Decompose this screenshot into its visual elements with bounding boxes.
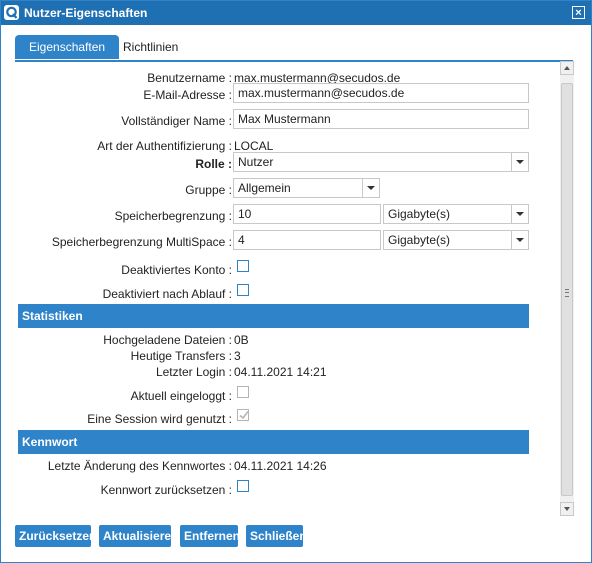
scrollbar-thumb[interactable]	[561, 83, 573, 496]
password-header: Kennwort	[18, 430, 529, 454]
logged-in-label: Aktuell eingeloggt :	[130, 389, 232, 403]
storage-multispace-label: Speicherbegrenzung MultiSpace :	[51, 235, 232, 249]
close-button[interactable]: Schließen	[246, 525, 307, 547]
storage-label: Speicherbegrenzung :	[114, 209, 232, 223]
storage-input[interactable]: 10	[233, 204, 381, 224]
storage-unit-value: Gigabyte(s)	[388, 207, 451, 221]
reset-button[interactable]: Zurücksetzen	[15, 525, 96, 547]
tab-richtlinien[interactable]: Richtlinien	[109, 35, 192, 59]
storage-multispace-input[interactable]: 4	[233, 230, 381, 250]
role-row: Rolle : Nutzer	[15, 152, 559, 174]
group-row: Gruppe : Allgemein	[15, 178, 559, 200]
storage-multispace-row: Speicherbegrenzung MultiSpace : 4 Gigaby…	[15, 230, 559, 252]
storage-row: Speicherbegrenzung : 10 Gigabyte(s)	[15, 204, 559, 226]
deactivated-expiry-label: Deaktiviert nach Ablauf :	[102, 287, 232, 301]
deactivated-checkbox[interactable]	[237, 260, 249, 272]
password-change-label: Letzte Änderung des Kennwortes :	[47, 459, 232, 473]
group-label: Gruppe :	[185, 183, 232, 197]
password-reset-row: Kennwort zurücksetzen :	[15, 478, 559, 500]
user-properties-dialog: Nutzer-Eigenschaften × Eigenschaften Ric…	[0, 0, 592, 563]
logged-in-row: Aktuell eingeloggt :	[15, 384, 559, 406]
checkmark-icon	[239, 411, 249, 420]
update-button[interactable]: Aktualisieren	[99, 525, 178, 547]
role-label: Rolle :	[195, 157, 232, 171]
password-reset-label: Kennwort zurücksetzen :	[100, 483, 232, 497]
session-row: Eine Session wird genutzt :	[15, 407, 559, 429]
deactivated-row: Deaktiviertes Konto :	[15, 258, 559, 280]
session-checkbox	[237, 409, 249, 421]
role-select[interactable]: Nutzer	[233, 152, 529, 172]
email-row: E-Mail-Adresse : max.mustermann@secudos.…	[15, 83, 559, 105]
auth-value: LOCAL	[234, 139, 274, 153]
group-select[interactable]: Allgemein	[233, 178, 380, 198]
group-value: Allgemein	[238, 181, 291, 195]
tab-eigenschaften[interactable]: Eigenschaften	[15, 35, 120, 59]
scroll-down-icon[interactable]	[560, 502, 574, 516]
logged-in-checkbox	[237, 386, 249, 398]
storage-multispace-unit-value: Gigabyte(s)	[388, 233, 451, 247]
last-login-label: Letzter Login :	[155, 365, 232, 379]
remove-button[interactable]: Entfernen	[180, 525, 240, 547]
last-login-value: 04.11.2021 14:21	[234, 365, 327, 379]
deactivated-expiry-row: Deaktiviert nach Ablauf :	[15, 282, 559, 304]
last-login-row: Letzter Login : 04.11.2021 14:21	[15, 360, 559, 382]
close-icon[interactable]: ×	[572, 6, 585, 19]
deactivated-label: Deaktiviertes Konto :	[121, 263, 232, 277]
email-field[interactable]: max.mustermann@secudos.de	[233, 83, 529, 103]
grip-icon	[565, 289, 569, 297]
fullname-field[interactable]: Max Mustermann	[233, 109, 529, 129]
deactivated-expiry-checkbox[interactable]	[237, 284, 249, 296]
chevron-down-icon[interactable]	[511, 205, 528, 223]
statistics-header: Statistiken	[18, 304, 529, 328]
session-label: Eine Session wird genutzt :	[87, 412, 232, 426]
storage-unit-select[interactable]: Gigabyte(s)	[383, 204, 529, 224]
auth-label: Art der Authentifizierung :	[97, 139, 232, 153]
properties-panel: Benutzername : max.mustermann@secudos.de…	[15, 61, 559, 518]
fullname-row: Vollständiger Name : Max Mustermann	[15, 109, 559, 131]
tab-strip: Eigenschaften Richtlinien	[15, 34, 573, 62]
password-reset-checkbox[interactable]	[237, 480, 249, 492]
fullname-label: Vollständiger Name :	[121, 114, 232, 128]
role-value: Nutzer	[238, 155, 274, 169]
email-label: E-Mail-Adresse :	[143, 88, 232, 102]
storage-multispace-unit-select[interactable]: Gigabyte(s)	[383, 230, 529, 250]
chevron-down-icon[interactable]	[511, 153, 528, 171]
vertical-scrollbar[interactable]	[560, 61, 574, 516]
chevron-down-icon[interactable]	[362, 179, 379, 197]
window-title: Nutzer-Eigenschaften	[24, 6, 148, 20]
password-change-row: Letzte Änderung des Kennwortes : 04.11.2…	[15, 454, 559, 476]
title-bar[interactable]: Nutzer-Eigenschaften ×	[1, 1, 591, 25]
scroll-up-icon[interactable]	[560, 61, 574, 75]
app-logo-icon	[4, 5, 19, 20]
chevron-down-icon[interactable]	[511, 231, 528, 249]
password-change-value: 04.11.2021 14:26	[234, 459, 327, 473]
